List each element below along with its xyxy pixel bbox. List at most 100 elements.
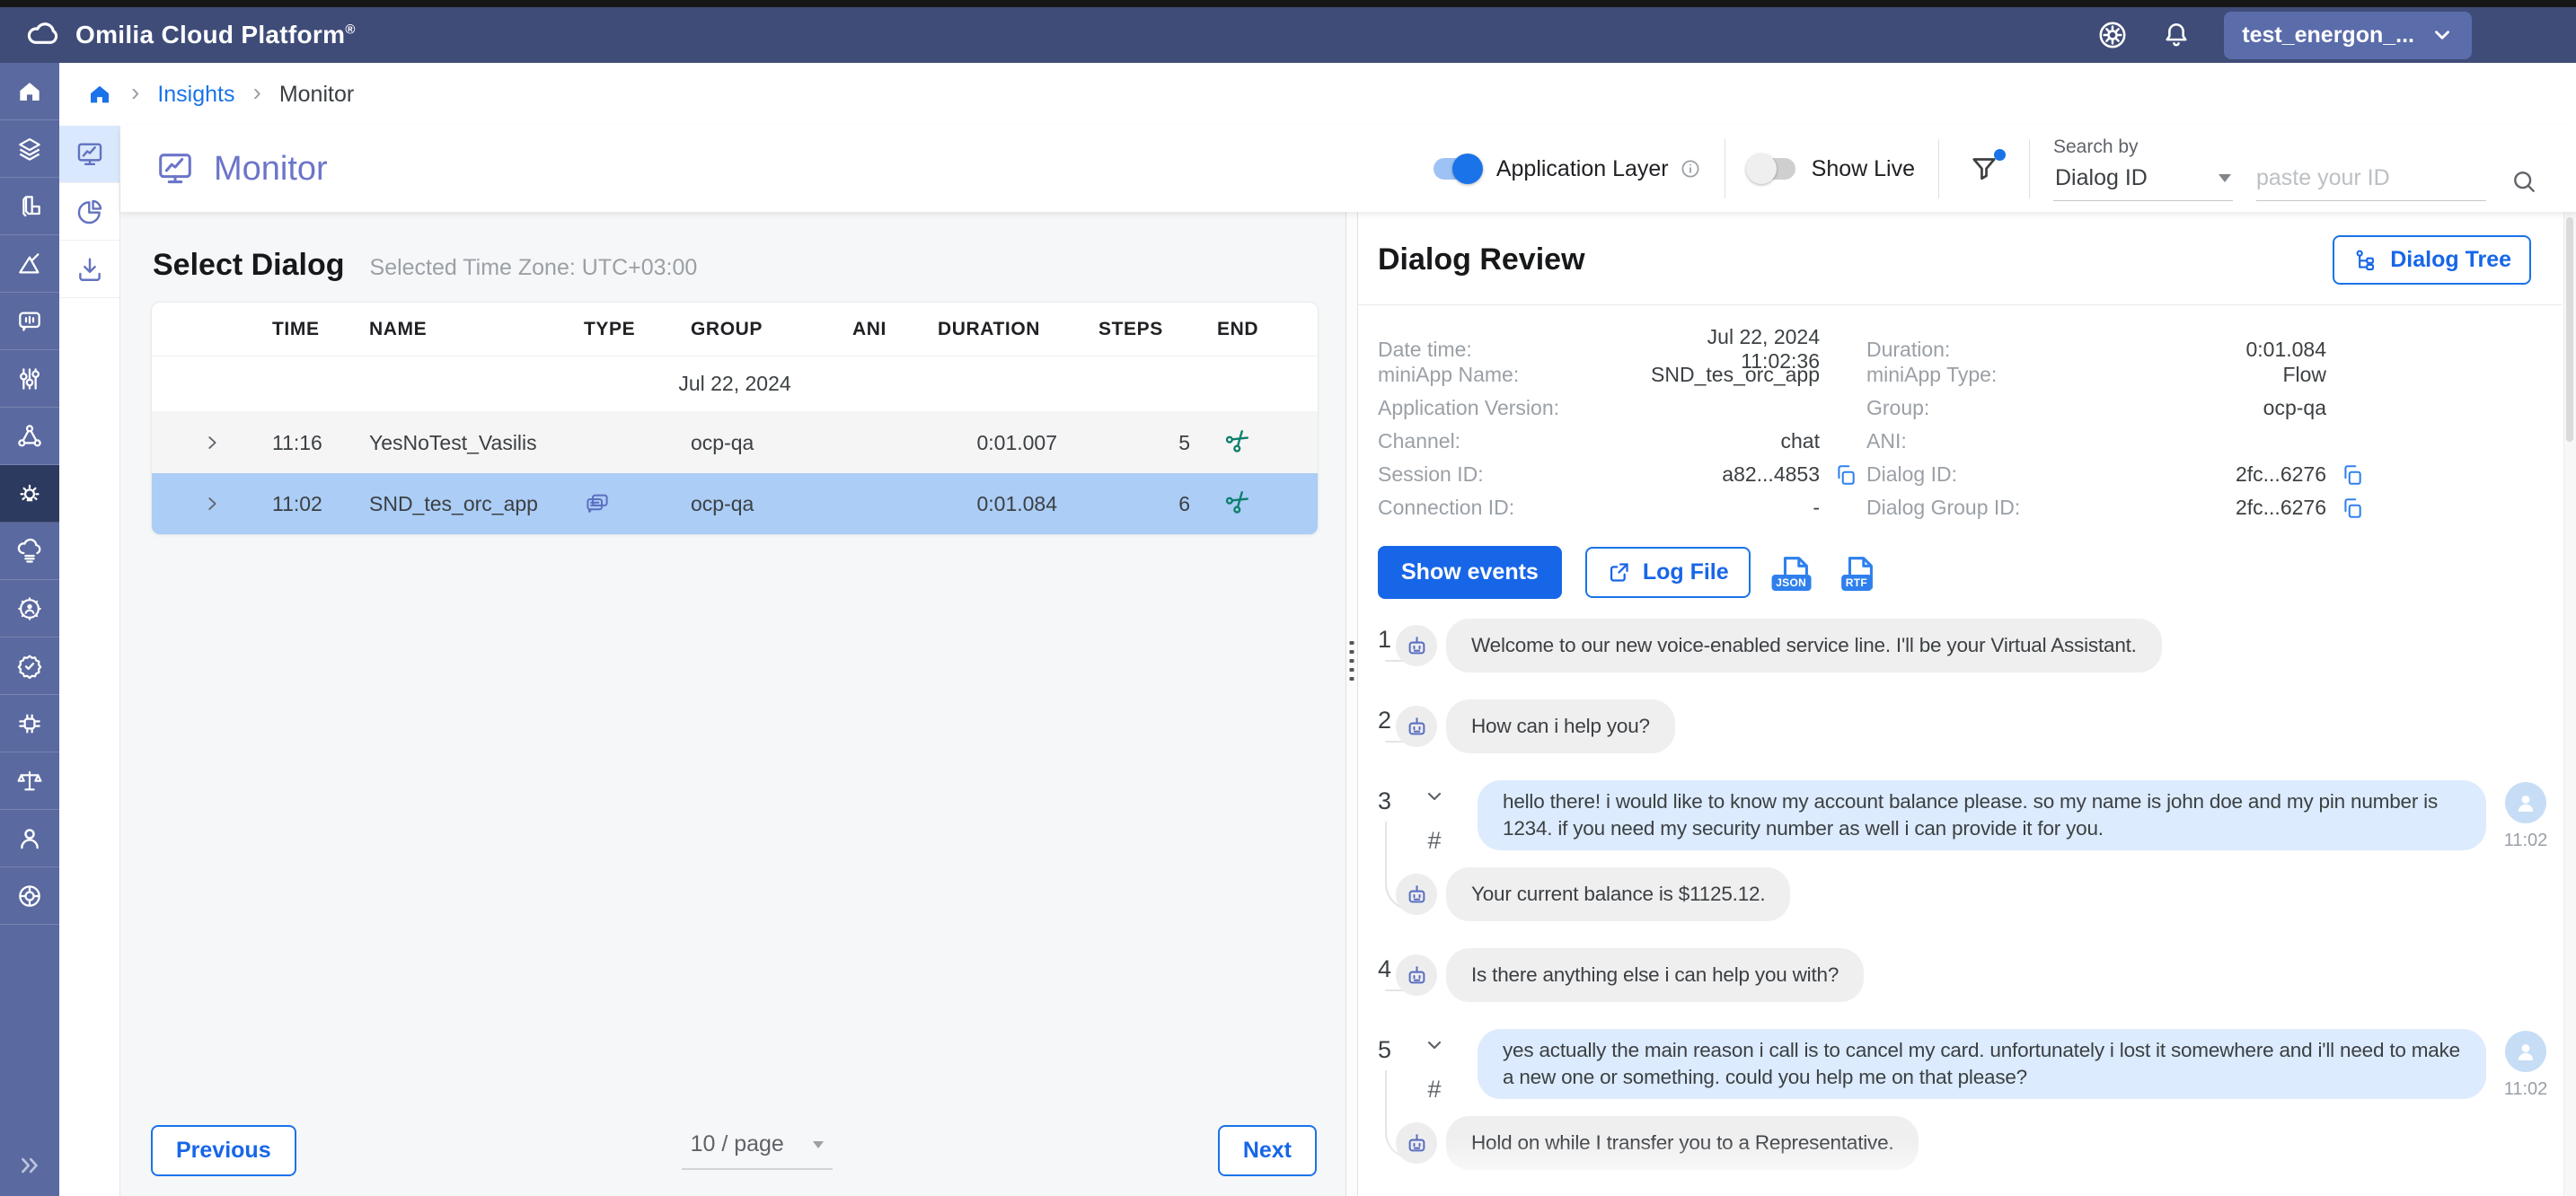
cell-time: 11:02 [272, 492, 369, 516]
log-file-button[interactable]: Log File [1585, 547, 1751, 598]
show-events-button[interactable]: Show events [1378, 546, 1562, 599]
meta-value: ocp-qa [2136, 396, 2326, 420]
bot-robot-avatar-icon [1396, 874, 1437, 915]
dialog-tree-button[interactable]: Dialog Tree [2333, 235, 2531, 285]
sidebar-item-account[interactable] [0, 810, 59, 867]
badge-check-icon [15, 652, 44, 681]
sidebar-item-support[interactable] [0, 867, 59, 925]
sidebar-item-deployments[interactable] [0, 523, 59, 580]
breadcrumb-link-insights[interactable]: Insights [157, 82, 234, 108]
user-icon [15, 824, 44, 853]
user-avatar-icon [2505, 1031, 2546, 1072]
notifications-bell-icon[interactable] [2161, 20, 2192, 50]
bot-robot-avatar-icon [1396, 954, 1437, 996]
table-row[interactable]: 11:16 YesNoTest_Vasilis ocp-qa 0:01.007 … [152, 412, 1318, 473]
info-icon[interactable] [1680, 158, 1701, 180]
table-header-row: TIME NAME TYPE GROUP ANI DURATION STEPS … [152, 303, 1318, 356]
meta-row: Date time:Jul 22, 2024 11:02:36 Duration… [1378, 325, 2576, 358]
panel-resizer-handle[interactable] [1345, 212, 1358, 1196]
user-message-meta: 11:02 [2501, 780, 2551, 851]
sidebar-item-tuning[interactable] [0, 350, 59, 408]
select-caret-icon [813, 1141, 824, 1148]
sidebar-item-home[interactable] [0, 63, 59, 120]
sidebar-item-quality[interactable] [0, 638, 59, 695]
per-page-select[interactable]: 10 / page [682, 1131, 833, 1170]
row-expand-chevron-icon[interactable] [202, 494, 222, 514]
header-divider [2029, 139, 2030, 198]
meta-label: Connection ID: [1378, 496, 1629, 520]
meta-label: Dialog ID: [1866, 462, 2136, 487]
timezone-label: Selected Time Zone: UTC+03:00 [370, 255, 698, 281]
log-file-label: Log File [1643, 559, 1729, 585]
step-controls: # [1414, 780, 1455, 855]
step-number: 3 [1378, 787, 1391, 815]
meta-label: Duration: [1866, 338, 2136, 362]
subsidebar-item-reports[interactable] [59, 183, 119, 241]
meta-label: Session ID: [1378, 462, 1629, 487]
meta-row: miniApp Name:SND_tes_orc_app miniApp Typ… [1378, 358, 2576, 391]
meta-label: miniApp Type: [1866, 363, 2136, 387]
monitor-chart-icon [75, 139, 105, 170]
settings-gear-icon[interactable] [2096, 19, 2129, 51]
user-message-bubble: yes actually the main reason i call is t… [1478, 1029, 2486, 1099]
collapse-step-chevron-icon[interactable] [1424, 786, 1445, 807]
cloud-lines-icon [15, 537, 44, 566]
subsidebar-item-monitor[interactable] [59, 126, 119, 183]
message-timestamp: 11:02 [2504, 831, 2548, 851]
export-json-icon[interactable]: JSON [1774, 552, 1815, 594]
search-icon[interactable] [2510, 167, 2538, 196]
date-group-label: Jul 22, 2024 [678, 372, 790, 396]
scrollbar-thumb[interactable] [2566, 217, 2573, 442]
sidebar-item-miniapps[interactable] [0, 178, 59, 235]
right-panel-scrollbar [2563, 212, 2576, 1196]
bot-message-bubble: Is there anything else i can help you wi… [1446, 948, 1864, 1002]
sidebar-item-voice[interactable] [0, 293, 59, 350]
col-ani: ANI [852, 319, 938, 340]
row-expand-chevron-icon[interactable] [202, 433, 222, 453]
meta-row: Channel:chat ANI: [1378, 425, 2576, 458]
bot-robot-avatar-icon [1396, 1122, 1437, 1164]
step-hash-icon[interactable]: # [1427, 1076, 1441, 1104]
subsidebar-item-export[interactable] [59, 241, 119, 298]
col-steps: STEPS [1098, 319, 1217, 340]
account-menu-button[interactable]: test_energon_... [2224, 12, 2472, 59]
sidebar-item-integrations[interactable] [0, 695, 59, 752]
next-page-button[interactable]: Next [1218, 1125, 1317, 1176]
brand-registered-mark: ® [345, 22, 355, 38]
sidebar-item-applications[interactable] [0, 120, 59, 178]
copy-dialog-id-icon[interactable] [2341, 463, 2373, 487]
step-hash-icon[interactable]: # [1427, 827, 1441, 855]
block-l-icon [15, 192, 44, 221]
search-id-input[interactable] [2256, 160, 2486, 201]
pie-chart-icon [75, 197, 105, 227]
sidebar-expand-button[interactable] [0, 1142, 59, 1189]
cell-duration: 0:01.084 [976, 492, 1098, 516]
table-row-selected[interactable]: 11:02 SND_tes_orc_app ocp-qa 0:01.084 6 [152, 473, 1318, 534]
show-live-toggle[interactable] [1749, 158, 1795, 180]
copy-dialog-group-id-icon[interactable] [2341, 497, 2373, 520]
user-avatar-icon [2505, 782, 2546, 823]
sidebar-item-orchestrator[interactable] [0, 408, 59, 465]
search-by-select[interactable]: Dialog ID [2053, 160, 2233, 201]
bot-message-bubble: How can i help you? [1446, 699, 1675, 753]
user-message-bubble: hello there! i would like to know my acc… [1478, 780, 2486, 850]
sidebar-item-compliance[interactable] [0, 752, 59, 810]
cloud-logo-icon [23, 17, 59, 53]
collapse-step-chevron-icon[interactable] [1424, 1034, 1445, 1056]
cell-steps: 5 [1178, 431, 1217, 455]
breadcrumb-home-icon[interactable] [86, 81, 113, 108]
export-rtf-icon[interactable]: RTF [1839, 552, 1880, 594]
sidebar-item-admin[interactable] [0, 580, 59, 638]
copy-session-id-icon[interactable] [1834, 463, 1866, 487]
transcript-step: 1 Welcome to our new voice-enabled servi… [1378, 619, 2551, 673]
dialog-tree-label: Dialog Tree [2390, 247, 2511, 273]
pagination: Previous 10 / page Next [151, 1125, 1317, 1176]
filter-button[interactable] [1963, 149, 2006, 189]
previous-page-button[interactable]: Previous [151, 1125, 296, 1176]
bot-message: How can i help you? [1378, 699, 2551, 753]
meta-value: SND_tes_orc_app [1629, 363, 1820, 387]
sidebar-item-design[interactable] [0, 235, 59, 293]
sidebar-item-insights[interactable] [0, 465, 59, 523]
voice-chat-icon [15, 307, 44, 336]
application-layer-toggle[interactable] [1434, 158, 1480, 180]
